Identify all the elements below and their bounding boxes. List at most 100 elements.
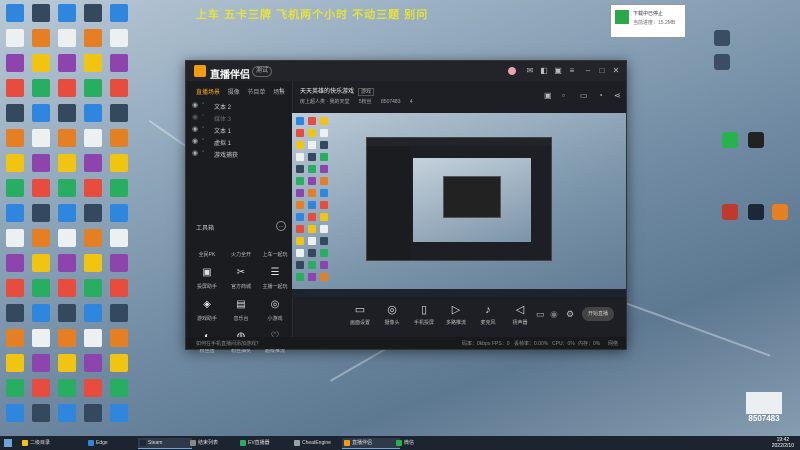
- desktop-shortcut-icon[interactable]: [6, 79, 24, 97]
- desktop-shortcut-icon[interactable]: [58, 154, 76, 172]
- desktop-shortcut-icon[interactable]: [32, 179, 50, 197]
- tab-scenes[interactable]: 直播场景: [196, 90, 220, 96]
- desktop-shortcut-icon[interactable]: [58, 54, 76, 72]
- desktop-shortcut-icon[interactable]: [84, 229, 102, 247]
- task-item[interactable]: 直播伴侣: [342, 438, 400, 449]
- desktop-shortcut-icon[interactable]: [32, 304, 50, 322]
- desktop-shortcut-icon[interactable]: [32, 54, 50, 72]
- desktop-shortcut-icon[interactable]: [84, 4, 102, 22]
- desktop-shortcut-icon[interactable]: [32, 329, 50, 347]
- app-icon[interactable]: [772, 204, 788, 220]
- stream-preview[interactable]: [292, 113, 626, 297]
- tool-game-helper[interactable]: ◈ 游戏助手: [192, 299, 222, 329]
- room-tag[interactable]: 游戏: [358, 88, 375, 96]
- task-item[interactable]: EV直播器: [238, 438, 298, 448]
- close-icon[interactable]: ✕: [612, 67, 620, 75]
- task-item[interactable]: 微信: [394, 438, 450, 448]
- tool-play-together[interactable]: ☰ 主播一起玩: [260, 267, 290, 297]
- desktop-shortcut-icon[interactable]: [32, 29, 50, 47]
- desktop-shortcut-icon[interactable]: [32, 204, 50, 222]
- desktop-shortcut-icon[interactable]: [84, 304, 102, 322]
- desktop-shortcut-icon[interactable]: [6, 204, 24, 222]
- app-icon[interactable]: [722, 204, 738, 220]
- settings-gear-icon[interactable]: ⚙: [566, 309, 574, 320]
- screen-settings-button[interactable]: ▭ 画面设置: [342, 303, 378, 326]
- task-item[interactable]: 二级目录: [20, 438, 90, 448]
- desktop-shortcut-icon[interactable]: [58, 329, 76, 347]
- tool-cast[interactable]: ▣ 投屏助手: [192, 267, 222, 297]
- share-icon[interactable]: ⋖: [614, 91, 621, 100]
- desktop-shortcut-icon[interactable]: [84, 254, 102, 272]
- eye-icon[interactable]: ◉: [192, 113, 198, 121]
- desktop-shortcut-icon[interactable]: [110, 154, 128, 172]
- layout-icon[interactable]: ▣: [544, 91, 552, 100]
- scene-item[interactable]: ◉ ▫ 文本 2: [192, 100, 282, 111]
- menu-icon[interactable]: ≡: [568, 67, 576, 75]
- app-icon[interactable]: [714, 30, 730, 46]
- phone-cast-button[interactable]: ▯ 手机投屏: [406, 303, 442, 326]
- record-icon[interactable]: ▭: [536, 309, 545, 320]
- steam-icon[interactable]: [748, 204, 764, 220]
- tool-ride[interactable]: 上车一起玩: [260, 235, 290, 265]
- multi-stream-button[interactable]: ▷ 多路推流: [438, 303, 474, 326]
- desktop-shortcut-icon[interactable]: [58, 179, 76, 197]
- task-item[interactable]: Steam: [138, 438, 192, 449]
- desktop-shortcut-icon[interactable]: [58, 404, 76, 422]
- task-item[interactable]: Edge: [86, 438, 142, 448]
- desktop-shortcut-icon[interactable]: [6, 254, 24, 272]
- desktop-shortcut-icon[interactable]: [6, 154, 24, 172]
- desktop-shortcut-icon[interactable]: [6, 179, 24, 197]
- lock-icon[interactable]: ▫: [202, 101, 204, 107]
- add-scene-icon[interactable]: +: [278, 85, 283, 95]
- desktop-shortcut-icon[interactable]: [110, 354, 128, 372]
- desktop-shortcut-icon[interactable]: [58, 129, 76, 147]
- avatar[interactable]: [508, 67, 516, 75]
- more-icon[interactable]: …: [276, 221, 286, 231]
- desktop-shortcut-icon[interactable]: [110, 129, 128, 147]
- desktop-shortcut-icon[interactable]: [110, 29, 128, 47]
- desktop-shortcut-icon[interactable]: [84, 379, 102, 397]
- desktop-shortcut-icon[interactable]: [84, 204, 102, 222]
- scene-item[interactable]: ◉ ▫ 游戏捕获: [192, 148, 282, 159]
- desktop-shortcut-icon[interactable]: [58, 279, 76, 297]
- eye-icon[interactable]: ◉: [192, 125, 198, 133]
- desktop-shortcut-icon[interactable]: [6, 54, 24, 72]
- lock-icon[interactable]: ▫: [202, 125, 204, 131]
- desktop-shortcut-icon[interactable]: [84, 29, 102, 47]
- desktop-shortcut-icon[interactable]: [110, 229, 128, 247]
- microphone-button[interactable]: ♪ 麦克风: [470, 303, 506, 326]
- desktop-shortcut-icon[interactable]: [32, 229, 50, 247]
- system-clock[interactable]: 19:42 2022/2/10: [772, 437, 794, 449]
- desktop-shortcut-icon[interactable]: [32, 154, 50, 172]
- tab-program[interactable]: 节目单: [247, 90, 265, 96]
- desktop-shortcut-icon[interactable]: [58, 354, 76, 372]
- desktop-shortcut-icon[interactable]: [84, 354, 102, 372]
- camera-button[interactable]: ◎ 摄像头: [374, 303, 410, 326]
- desktop-shortcut-icon[interactable]: [58, 104, 76, 122]
- start-button[interactable]: [4, 439, 12, 447]
- desktop-shortcut-icon[interactable]: [6, 129, 24, 147]
- tool-shop[interactable]: ✂ 官方商城: [226, 267, 256, 297]
- desktop-shortcut-icon[interactable]: [84, 279, 102, 297]
- desktop-shortcut-icon[interactable]: [32, 279, 50, 297]
- desktop-shortcut-icon[interactable]: [6, 4, 24, 22]
- desktop-shortcut-icon[interactable]: [6, 354, 24, 372]
- tool-fire[interactable]: 火力全开: [226, 235, 256, 265]
- desktop-shortcut-icon[interactable]: [110, 404, 128, 422]
- desktop-shortcut-icon[interactable]: [6, 379, 24, 397]
- desktop-shortcut-icon[interactable]: [6, 29, 24, 47]
- minimize-icon[interactable]: –: [584, 67, 592, 75]
- lock-icon[interactable]: ▫: [202, 113, 204, 119]
- tool-pk[interactable]: 全民PK: [192, 235, 222, 265]
- desktop-shortcut-icon[interactable]: [32, 104, 50, 122]
- desktop-shortcut-icon[interactable]: [58, 254, 76, 272]
- desktop-shortcut-icon[interactable]: [32, 404, 50, 422]
- bell-icon[interactable]: ◔: [598, 91, 603, 100]
- desktop-shortcut-icon[interactable]: [6, 279, 24, 297]
- eye-icon[interactable]: ◉: [192, 101, 198, 109]
- desktop-shortcut-icon[interactable]: [110, 304, 128, 322]
- desktop-shortcut-icon[interactable]: [84, 404, 102, 422]
- room-category[interactable]: 房上超人类 · 我的天堂: [300, 99, 349, 105]
- eye-icon[interactable]: ◉: [550, 309, 558, 320]
- task-item[interactable]: CheatEngine: [292, 438, 348, 448]
